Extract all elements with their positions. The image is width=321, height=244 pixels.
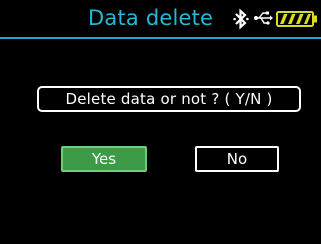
- page-title: Data delete: [88, 6, 214, 30]
- usb-icon: [253, 10, 273, 30]
- delete-prompt: Delete data or not ? ( Y/N ): [37, 86, 301, 112]
- device-screen: Data delete Delete data or not ? (Y/N)…: [0, 0, 321, 244]
- battery-icon: [276, 11, 318, 31]
- no-button[interactable]: No: [195, 146, 279, 172]
- yes-button[interactable]: Yes: [61, 146, 147, 172]
- bluetooth-icon: [233, 8, 249, 34]
- header-bar: Data delete: [0, 0, 321, 38]
- header-divider: [0, 37, 321, 39]
